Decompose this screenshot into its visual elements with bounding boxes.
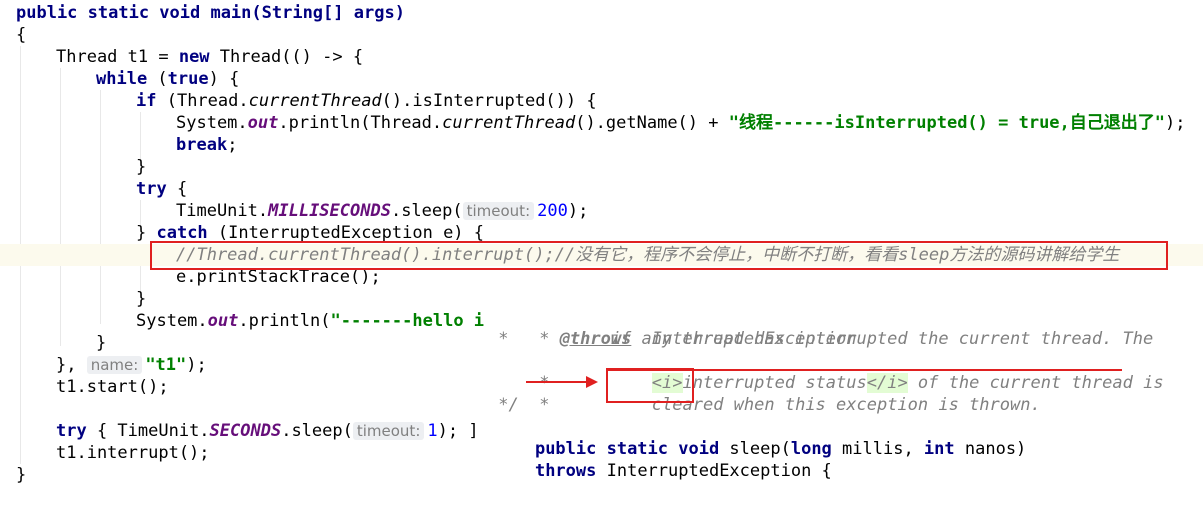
code-line: System.out.println(Thread.currentThread(… bbox=[0, 112, 1186, 134]
code-line: t1.interrupt(); bbox=[0, 442, 210, 464]
code-line: } catch (InterruptedException e) { bbox=[0, 222, 484, 244]
code-line: while (true) { bbox=[0, 68, 239, 90]
code-line: break; bbox=[0, 134, 237, 156]
keyword: true bbox=[167, 69, 209, 89]
keyword: try bbox=[56, 421, 87, 441]
code-text: System. bbox=[136, 311, 208, 331]
code-text: millis, bbox=[831, 439, 924, 459]
code-text: ); bbox=[567, 201, 589, 221]
arrow-head-icon bbox=[586, 376, 598, 388]
code-line: t1.start(); bbox=[0, 376, 169, 398]
code-text: t1.start(); bbox=[56, 377, 169, 397]
code-line: try { bbox=[0, 178, 187, 200]
brace: } bbox=[136, 157, 147, 177]
keyword: throws bbox=[534, 461, 597, 481]
code-line: } bbox=[0, 332, 106, 354]
number-literal: 1 bbox=[427, 421, 438, 441]
code-line: } bbox=[0, 464, 41, 486]
code-text: (InterruptedException e) { bbox=[207, 223, 485, 243]
code-line: public static void main(String[] args) bbox=[0, 2, 405, 24]
code-text: { bbox=[166, 179, 188, 199]
code-text: ) { bbox=[208, 69, 240, 89]
code-line: try { TimeUnit.SECONDS.sleep(timeout: 1);… bbox=[0, 420, 479, 442]
code-text: { TimeUnit. bbox=[86, 421, 210, 441]
code-text: ().isInterrupted()) { bbox=[381, 91, 597, 111]
cleared-highlight-box bbox=[606, 368, 694, 403]
code-text: ; bbox=[227, 135, 238, 155]
doc-text: when this exception is thrown. bbox=[723, 395, 1041, 415]
code-line: public static void sleep(long millis, in… bbox=[494, 416, 1026, 459]
keyword: if bbox=[136, 91, 157, 111]
parameter-hint: name: bbox=[86, 356, 143, 374]
keyword: new bbox=[178, 47, 210, 67]
keyword: while bbox=[96, 69, 148, 89]
number-literal: 200 bbox=[537, 201, 568, 221]
code-line: }, name: "t1"); bbox=[0, 354, 207, 376]
code-text: .sleep( bbox=[281, 421, 353, 441]
static-method: currentThread bbox=[442, 113, 576, 133]
annotation-box bbox=[150, 241, 1168, 270]
indent-guide bbox=[100, 90, 101, 324]
code-text: t1.interrupt(); bbox=[56, 443, 210, 463]
keyword: int bbox=[923, 439, 955, 459]
parameter-hint: timeout: bbox=[352, 422, 425, 440]
code-text: System. bbox=[176, 113, 248, 133]
doc-line: * cleared when this exception is thrown. bbox=[488, 372, 1041, 415]
code-text: ); ] bbox=[437, 421, 479, 441]
code-text: Thread(() -> { bbox=[209, 47, 364, 67]
static-method: currentThread bbox=[248, 91, 382, 111]
code-text: .println( bbox=[238, 311, 331, 331]
static-field: MILLISECONDS bbox=[268, 201, 391, 221]
code-text: } bbox=[136, 223, 157, 243]
code-text: (Thread. bbox=[156, 91, 249, 111]
string-literal: "线程------isInterrupted() = true,自己退出了" bbox=[728, 113, 1166, 133]
code-text: nanos) bbox=[954, 439, 1027, 459]
arrow-annotation bbox=[526, 381, 588, 383]
code-line: e.printStackTrace(); bbox=[0, 266, 381, 288]
string-literal: "t1" bbox=[145, 355, 187, 375]
code-text: TimeUnit. bbox=[176, 201, 269, 221]
parameter-hint: timeout: bbox=[462, 202, 535, 220]
brace: { bbox=[16, 25, 27, 45]
code-line: TimeUnit.MILLISECONDS.sleep(timeout: 200)… bbox=[0, 200, 588, 222]
keyword: catch bbox=[156, 223, 208, 243]
code-text: Thread t1 = bbox=[56, 47, 179, 67]
brace: } bbox=[96, 333, 107, 353]
code-text: .sleep( bbox=[390, 201, 463, 221]
code-text: .println(Thread. bbox=[278, 113, 443, 133]
code-text: ); bbox=[1165, 113, 1186, 133]
keyword: try bbox=[136, 179, 167, 199]
code-text: ); bbox=[186, 355, 207, 375]
code-text: ( bbox=[147, 69, 168, 89]
code-line: throws InterruptedException { bbox=[494, 438, 832, 481]
static-field: SECONDS bbox=[209, 421, 282, 441]
brace: } bbox=[136, 289, 147, 309]
code-text: InterruptedException { bbox=[596, 461, 832, 481]
code-text: }, bbox=[56, 355, 87, 375]
string-literal: "-------hello i bbox=[330, 311, 485, 331]
code-line: } bbox=[0, 156, 146, 178]
static-field: out bbox=[207, 311, 239, 331]
code-line: Thread t1 = new Thread(() -> { bbox=[0, 46, 363, 68]
code-line: } bbox=[0, 288, 146, 310]
keyword: break bbox=[176, 135, 228, 155]
code-line: if (Thread.currentThread().isInterrupted… bbox=[0, 90, 597, 112]
doc-line: * if any thread has interrupted the curr… bbox=[488, 329, 1154, 349]
indent-guide bbox=[60, 68, 61, 346]
code-text: ().getName() + bbox=[575, 113, 729, 133]
doc-line: * @throws InterruptedException bbox=[488, 306, 856, 349]
static-field: out bbox=[247, 113, 279, 133]
doc-line: */ bbox=[488, 395, 519, 415]
source-preview-popup[interactable]: * @throws InterruptedException * if any … bbox=[488, 292, 1203, 504]
brace: } bbox=[16, 465, 27, 485]
method-signature: public static void main(String[] args) bbox=[16, 3, 405, 23]
code-line: { bbox=[0, 24, 41, 46]
code-line: System.out.println("-------hello i bbox=[0, 310, 484, 332]
